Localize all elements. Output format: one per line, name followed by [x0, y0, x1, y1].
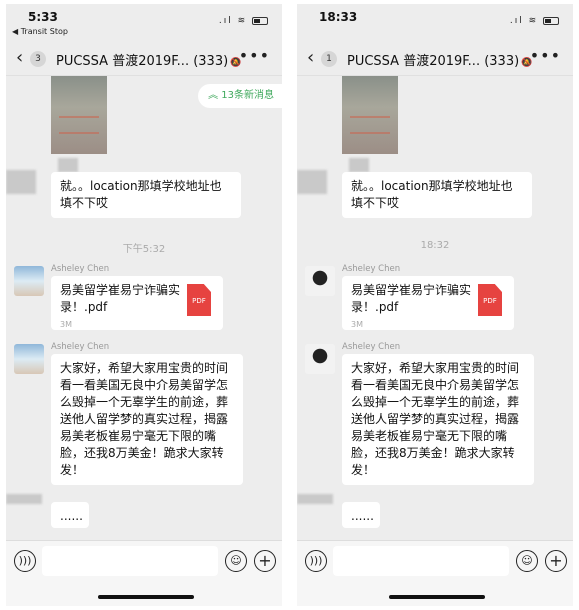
more-icon[interactable]: •••: [530, 46, 561, 65]
back-chevron-icon[interactable]: ‹: [16, 47, 23, 68]
avatar[interactable]: [305, 344, 335, 374]
message-bubble[interactable]: 就。。location那填学校地址也填不下哎: [51, 172, 241, 218]
new-messages-label: 13条新消息: [221, 90, 274, 101]
blurred-avatar: [297, 170, 327, 194]
status-bar: 18:33 .ıl ≋: [297, 4, 573, 42]
plus-icon[interactable]: +: [254, 550, 276, 572]
back-chevron-icon[interactable]: ‹: [307, 47, 314, 68]
file-message[interactable]: 易美留学崔易宁诈骗实录！.pdf 3M PDF: [342, 276, 514, 330]
avatar[interactable]: [14, 344, 44, 374]
timestamp: 下午5:32: [122, 244, 166, 255]
chat-header: ‹ 1 PUCSSA 普渡2019F... (333) 🔕 •••: [297, 42, 573, 76]
emoji-icon[interactable]: ☺: [225, 550, 247, 572]
sender-name: Asheley Chen: [342, 264, 401, 274]
chat-header: ‹ 3 PUCSSA 普渡2019F... (333) 🔕 •••: [6, 42, 282, 76]
message-bubble[interactable]: ......: [342, 502, 380, 528]
home-indicator: [389, 595, 485, 599]
more-icon[interactable]: •••: [239, 46, 270, 65]
status-time: 5:33: [28, 10, 58, 24]
signal-icon: .ıl: [509, 16, 524, 26]
unread-badge[interactable]: 3: [30, 51, 46, 67]
blurred-name: [349, 158, 369, 172]
voice-icon[interactable]: ))): [14, 550, 36, 572]
home-indicator: [98, 595, 194, 599]
chat-title-text: PUCSSA 普渡2019F... (333): [56, 54, 229, 69]
voice-icon[interactable]: ))): [305, 550, 327, 572]
image-message[interactable]: [342, 76, 398, 154]
blurred-name: [297, 494, 333, 504]
system-icons: .ıl ≋: [219, 16, 268, 26]
file-size: 3M: [351, 320, 363, 329]
avatar[interactable]: [14, 266, 44, 296]
sender-name: Asheley Chen: [342, 342, 401, 352]
message-bubble[interactable]: ......: [51, 502, 89, 528]
message-bubble[interactable]: 大家好，希望大家用宝贵的时间看一看美国无良中介易美留学怎么毁掉一个无辜学生的前途…: [51, 354, 243, 485]
message-bubble[interactable]: 大家好，希望大家用宝贵的时间看一看美国无良中介易美留学怎么毁掉一个无辜学生的前途…: [342, 354, 534, 485]
signal-icon: .ıl: [218, 16, 233, 26]
back-to-app-link[interactable]: ◀ Transit Stop: [12, 27, 68, 36]
emoji-icon[interactable]: ☺: [516, 550, 538, 572]
wifi-icon: ≋: [528, 16, 539, 26]
system-icons: .ıl ≋: [510, 16, 559, 26]
plus-icon[interactable]: +: [545, 550, 567, 572]
chat-title: PUCSSA 普渡2019F... (333) 🔕: [56, 50, 241, 69]
chat-title: PUCSSA 普渡2019F... (333) 🔕: [347, 50, 532, 69]
message-input[interactable]: [42, 546, 218, 576]
battery-icon: [252, 16, 268, 25]
blurred-name: [58, 158, 78, 172]
message-bubble[interactable]: 就。。location那填学校地址也填不下哎: [342, 172, 532, 218]
message-input[interactable]: [333, 546, 509, 576]
pdf-file-icon: PDF: [478, 284, 502, 316]
file-name: 易美留学崔易宁诈骗实录！.pdf: [351, 283, 472, 314]
status-bar: 5:33 ◀ Transit Stop .ıl ≋: [6, 4, 282, 42]
blurred-avatar: [6, 170, 36, 194]
battery-icon: [543, 16, 559, 25]
status-time: 18:33: [319, 10, 358, 24]
new-messages-button[interactable]: ︽ 13条新消息: [198, 84, 282, 108]
pdf-file-icon: PDF: [187, 284, 211, 316]
phone-screen: 5:33 ◀ Transit Stop .ıl ≋ ‹ 3 PUCSSA 普渡2…: [6, 4, 282, 606]
phone-screen: 18:33 .ıl ≋ ‹ 1 PUCSSA 普渡2019F... (333) 🔕…: [297, 4, 573, 606]
unread-badge[interactable]: 1: [321, 51, 337, 67]
file-size: 3M: [60, 320, 72, 329]
input-bar: ))) ☺ +: [297, 540, 573, 606]
sender-name: Asheley Chen: [51, 342, 110, 352]
avatar[interactable]: [305, 266, 335, 296]
blurred-name: [6, 494, 42, 504]
timestamp: 18:32: [420, 240, 450, 251]
input-bar: ))) ☺ +: [6, 540, 282, 606]
file-name: 易美留学崔易宁诈骗实录！.pdf: [60, 283, 181, 314]
image-message[interactable]: [51, 76, 107, 154]
chat-title-text: PUCSSA 普渡2019F... (333): [347, 54, 520, 69]
double-up-icon: ︽: [208, 90, 222, 101]
file-message[interactable]: 易美留学崔易宁诈骗实录！.pdf 3M PDF: [51, 276, 223, 330]
sender-name: Asheley Chen: [51, 264, 110, 274]
wifi-icon: ≋: [237, 16, 248, 26]
